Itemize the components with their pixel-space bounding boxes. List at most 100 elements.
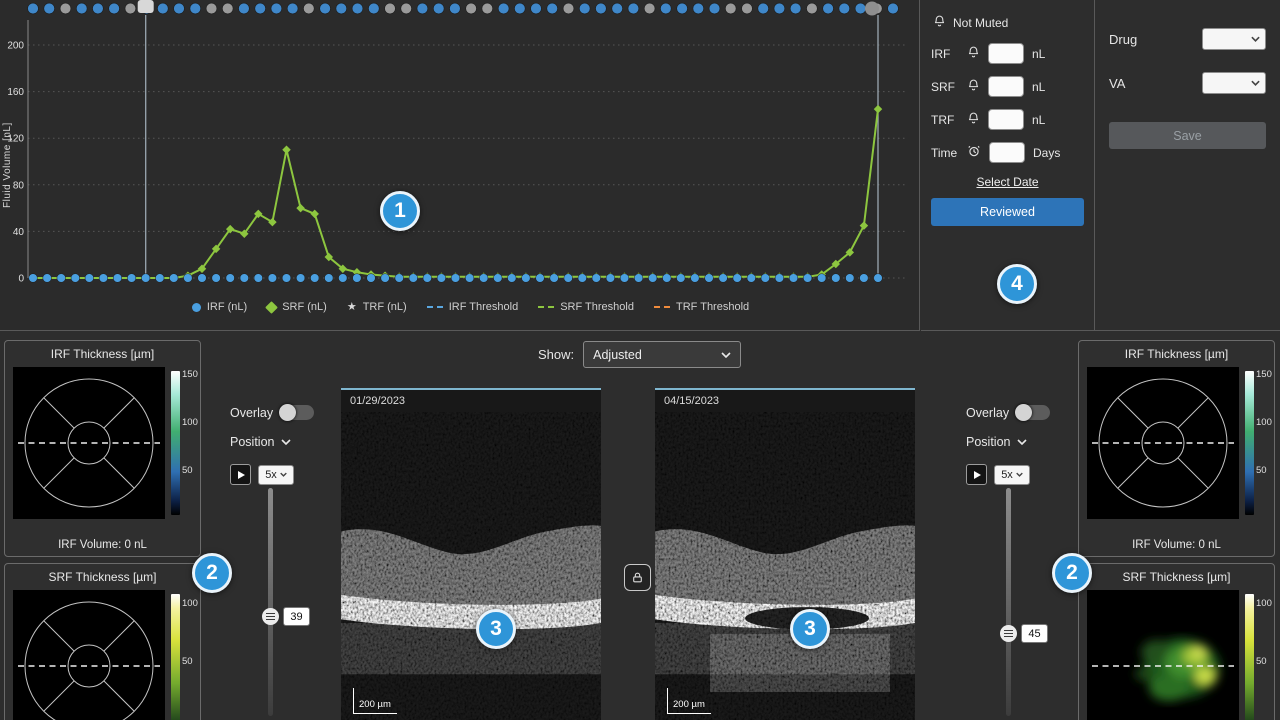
timeline-dot[interactable] xyxy=(806,2,818,15)
overlay-toggle-left[interactable] xyxy=(279,404,315,421)
timeline-dot[interactable] xyxy=(481,2,493,15)
irf-map-canvas-right[interactable] xyxy=(1087,367,1239,519)
timeline-dot[interactable] xyxy=(335,2,347,15)
timeline-dot[interactable] xyxy=(27,2,39,15)
irf-map-canvas-left[interactable] xyxy=(13,367,165,519)
timeline-dot[interactable] xyxy=(319,2,331,15)
timeline-dot[interactable] xyxy=(189,2,202,15)
legend-item-2[interactable]: ★ TRF (nL) xyxy=(347,301,407,313)
bscan-slider-left[interactable] xyxy=(268,488,273,716)
timeline-dot[interactable] xyxy=(449,2,461,15)
timeline-slider-handle-right[interactable] xyxy=(865,1,879,16)
overlay-toggle-right[interactable] xyxy=(1015,404,1051,421)
timeline-dot[interactable] xyxy=(59,2,72,15)
timeline-dot[interactable] xyxy=(92,2,104,15)
timeline-dot[interactable] xyxy=(303,2,315,15)
timeline-dot[interactable] xyxy=(270,2,283,15)
show-select[interactable]: Adjusted xyxy=(583,341,742,368)
bscan-index-right[interactable] xyxy=(1021,624,1048,643)
trf-threshold-input[interactable] xyxy=(988,109,1024,130)
timeline-dot[interactable] xyxy=(108,2,120,15)
save-button[interactable]: Save xyxy=(1109,122,1266,149)
chevron-down-icon xyxy=(1251,80,1260,86)
legend-item-4[interactable]: SRF Threshold xyxy=(538,301,634,313)
time-threshold-input[interactable] xyxy=(989,142,1025,163)
timeline-dot[interactable] xyxy=(595,2,607,15)
timeline-dot[interactable] xyxy=(643,2,656,15)
timeline-dot[interactable] xyxy=(741,2,753,15)
map-title: SRF Thickness [µm] xyxy=(1122,570,1231,584)
oct-image-left[interactable]: 200 µm xyxy=(341,412,601,720)
play-button-right[interactable] xyxy=(966,464,987,485)
timeline-dot[interactable] xyxy=(676,2,688,15)
timeline-dot[interactable] xyxy=(497,2,510,15)
legend-item-3[interactable]: IRF Threshold xyxy=(426,301,518,313)
timeline-slider-handle-left[interactable] xyxy=(137,0,154,13)
timeline-dot[interactable] xyxy=(546,2,558,15)
timeline-dot[interactable] xyxy=(416,2,429,15)
timeline-dot[interactable] xyxy=(887,2,899,15)
timeline-dot[interactable] xyxy=(757,2,769,15)
timeline-dot[interactable] xyxy=(400,2,412,15)
bscan-slider-right[interactable] xyxy=(1006,488,1011,716)
va-select[interactable] xyxy=(1202,72,1266,94)
drug-select[interactable] xyxy=(1202,28,1266,50)
timeline-dot[interactable] xyxy=(124,2,137,15)
alarm-clock-icon[interactable] xyxy=(967,144,981,161)
timeline-dot[interactable] xyxy=(562,2,575,15)
timeline-dot[interactable] xyxy=(692,2,704,15)
chevron-down-icon[interactable] xyxy=(1017,439,1028,445)
timeline-dot[interactable] xyxy=(351,2,364,15)
timeline-dot[interactable] xyxy=(627,2,640,15)
chevron-down-icon[interactable] xyxy=(281,439,292,445)
lock-button[interactable] xyxy=(624,564,651,591)
legend-item-0[interactable]: IRF (nL) xyxy=(191,301,247,313)
timeline-dot[interactable] xyxy=(773,2,786,15)
timeline-dot[interactable] xyxy=(43,2,55,15)
timeline-dot[interactable] xyxy=(286,2,299,15)
bell-icon[interactable] xyxy=(967,45,980,62)
timeline-dot[interactable] xyxy=(157,2,169,15)
srf-map-canvas-right[interactable] xyxy=(1087,590,1239,720)
timeline-dot[interactable] xyxy=(238,2,250,15)
speed-select-right[interactable]: 5x xyxy=(994,464,1030,485)
bscan-index-left[interactable] xyxy=(283,607,310,626)
timeline-dot[interactable] xyxy=(724,2,737,15)
bscan-slider-handle-left[interactable] xyxy=(262,608,279,625)
timeline-dot[interactable] xyxy=(530,2,542,15)
bscan-slider-handle-right[interactable] xyxy=(1000,625,1017,642)
timeline-dot[interactable] xyxy=(173,2,185,15)
oct-image-right[interactable]: 200 µm xyxy=(655,412,915,720)
select-date-link[interactable]: Select Date xyxy=(931,175,1084,189)
srf-threshold-input[interactable] xyxy=(988,76,1024,97)
bell-icon[interactable] xyxy=(967,111,980,128)
timeline-dot[interactable] xyxy=(514,2,526,15)
timeline-dot[interactable] xyxy=(708,2,721,15)
overlay-label: Overlay xyxy=(230,405,274,420)
timeline-dot[interactable] xyxy=(822,2,834,15)
timeline-dot[interactable] xyxy=(254,2,266,15)
chevron-down-icon xyxy=(1251,36,1260,42)
irf-threshold-input[interactable] xyxy=(988,43,1024,64)
speed-select-left[interactable]: 5x xyxy=(258,464,294,485)
timeline-dot[interactable] xyxy=(838,2,850,15)
reviewed-button[interactable]: Reviewed xyxy=(931,198,1084,226)
timeline-dot[interactable] xyxy=(384,2,396,15)
chart-plot[interactable]: 0 40 80 120 160 200 xyxy=(0,0,920,292)
timeline-dot[interactable] xyxy=(660,2,672,15)
timeline-dot[interactable] xyxy=(854,2,867,15)
srf-map-canvas-left[interactable] xyxy=(13,590,165,720)
timeline-dot[interactable] xyxy=(578,2,591,15)
timeline-dot[interactable] xyxy=(433,2,445,15)
timeline-dot[interactable] xyxy=(465,2,477,15)
legend-item-1[interactable]: SRF (nL) xyxy=(265,300,327,314)
timeline-dot[interactable] xyxy=(205,2,218,15)
timeline-dot[interactable] xyxy=(611,2,623,15)
bell-icon[interactable] xyxy=(967,78,980,95)
timeline-dot[interactable] xyxy=(368,2,380,15)
timeline-dot[interactable] xyxy=(75,2,88,15)
legend-item-5[interactable]: TRF Threshold xyxy=(653,301,749,313)
timeline-dot[interactable] xyxy=(789,2,802,15)
play-button-left[interactable] xyxy=(230,464,251,485)
timeline-dot[interactable] xyxy=(222,2,234,15)
